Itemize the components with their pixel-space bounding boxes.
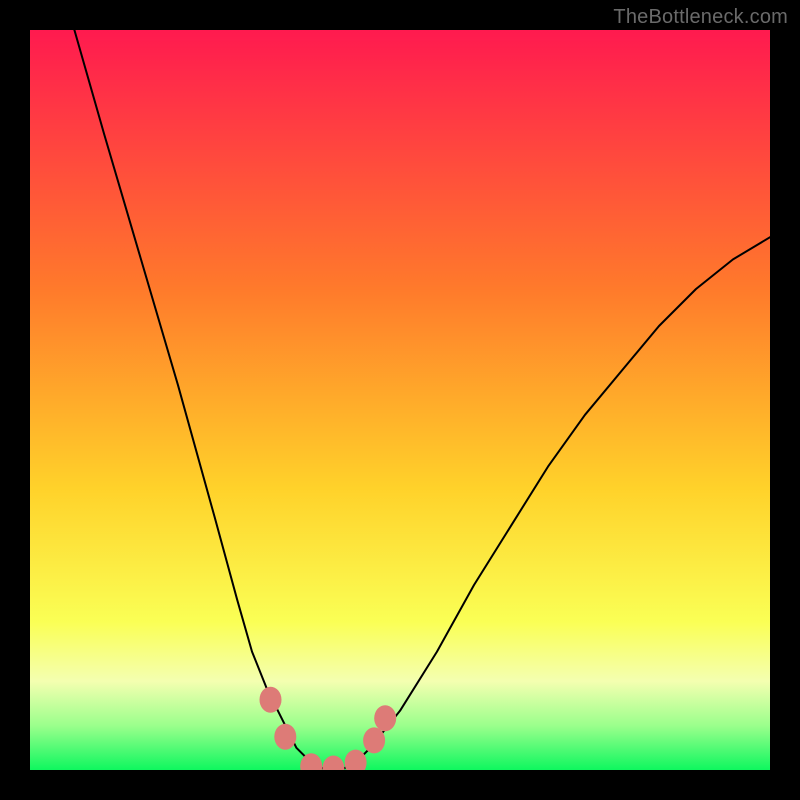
heat-background: [30, 30, 770, 770]
app-frame: TheBottleneck.com: [0, 0, 800, 800]
left-marker-upper: [260, 687, 282, 713]
watermark-text: TheBottleneck.com: [613, 6, 788, 29]
chart-plot-area: [30, 30, 770, 770]
right-marker-mid: [363, 727, 385, 753]
left-marker-lower: [274, 724, 296, 750]
chart-svg: [30, 30, 770, 770]
right-marker-upper: [374, 705, 396, 731]
